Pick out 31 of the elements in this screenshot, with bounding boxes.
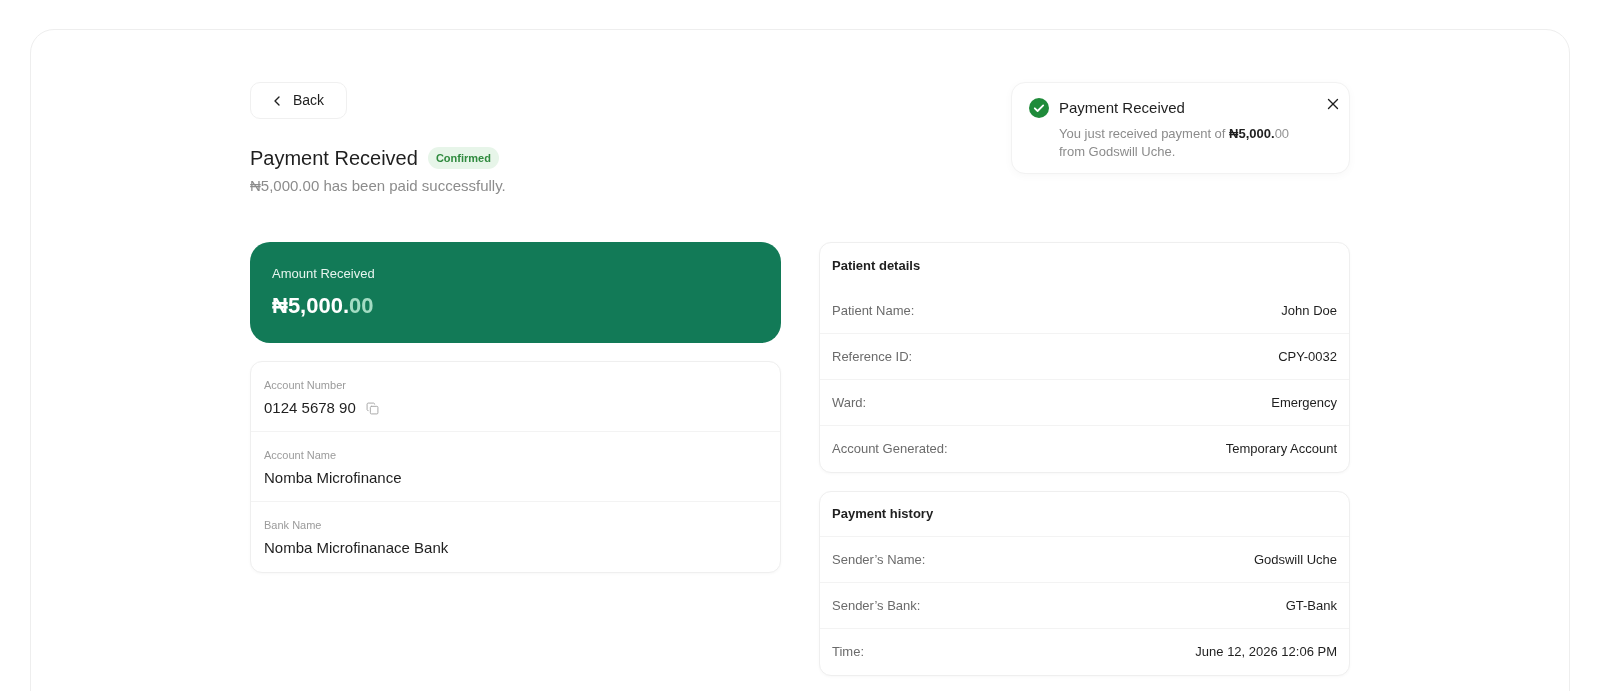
field-label: Account Number: [264, 378, 347, 392]
detail-label: Account Generated:: [832, 440, 948, 459]
detail-label: Time:: [832, 643, 865, 662]
section-title: Patient details: [832, 256, 921, 275]
page-subtitle: ₦5,000.00 has been paid successfully.: [250, 176, 506, 196]
field-value: Nomba Microfinanace Bank: [264, 538, 449, 558]
detail-value: June 12, 2026 12:06 PM: [1195, 643, 1337, 662]
page-title: Payment Received: [250, 146, 418, 170]
amount-value: ₦5,000.00: [272, 292, 375, 320]
section-title: Payment history: [832, 505, 934, 524]
check-circle-icon: [1029, 98, 1049, 118]
field-label: Account Name: [264, 448, 338, 462]
field-value: Nomba Microfinance: [264, 468, 402, 488]
detail-value: Emergency: [1271, 393, 1337, 412]
detail-value: John Doe: [1281, 301, 1337, 320]
detail-label: Ward:: [832, 393, 867, 412]
detail-label: Reference ID:: [832, 347, 913, 366]
toast-title: Payment Received: [1059, 98, 1186, 118]
toast-message: You just received payment of ₦5,000.00 from Godswill Uche.: [1059, 125, 1291, 161]
detail-label: Sender’s Bank:: [832, 596, 921, 615]
back-button[interactable]: Back: [250, 82, 348, 119]
detail-value: GT-Bank: [1285, 596, 1337, 615]
detail-label: Patient Name:: [832, 301, 915, 320]
field-label: Bank Name: [264, 518, 323, 532]
detail-value: CPY-0032: [1278, 347, 1337, 366]
amount-label: Amount Received: [272, 265, 376, 283]
field-value: 0124 5678 90: [264, 398, 356, 418]
detail-label: Sender’s Name:: [832, 550, 926, 569]
status-badge: Confirmed: [427, 147, 499, 169]
detail-value: Temporary Account: [1225, 440, 1337, 459]
detail-value: Godswill Uche: [1253, 550, 1337, 569]
